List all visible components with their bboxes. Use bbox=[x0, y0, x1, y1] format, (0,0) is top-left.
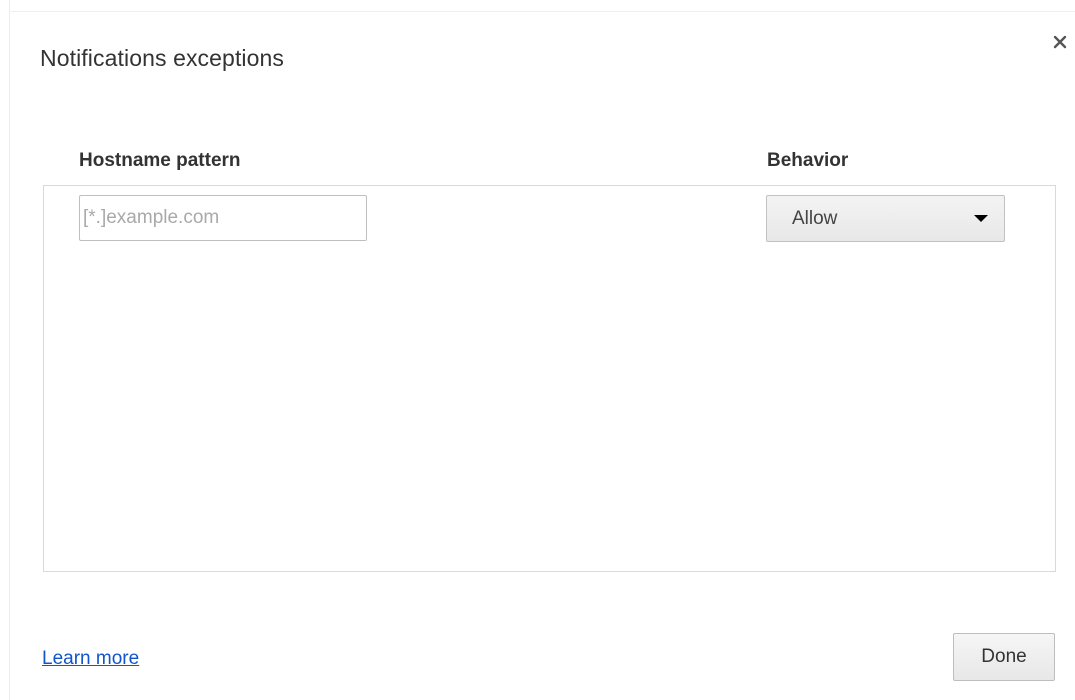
done-button[interactable]: Done bbox=[953, 633, 1055, 681]
dialog-title: Notifications exceptions bbox=[40, 45, 285, 71]
column-header-behavior: Behavior bbox=[767, 150, 849, 171]
background-page-top-edge bbox=[10, 0, 1075, 12]
background-page-edge bbox=[0, 0, 10, 700]
exceptions-list: Allow bbox=[43, 185, 1056, 572]
behavior-selected-value: Allow bbox=[792, 207, 838, 229]
close-button[interactable] bbox=[1048, 30, 1072, 54]
close-icon bbox=[1053, 35, 1067, 49]
hostname-pattern-input[interactable] bbox=[79, 195, 367, 241]
behavior-select[interactable]: Allow bbox=[766, 195, 1005, 242]
dropdown-arrow-icon bbox=[974, 215, 988, 222]
notifications-exceptions-dialog: Notifications exceptions Hostname patter… bbox=[0, 0, 1075, 700]
column-header-hostname: Hostname pattern bbox=[79, 150, 241, 171]
learn-more-link[interactable]: Learn more bbox=[42, 648, 139, 670]
